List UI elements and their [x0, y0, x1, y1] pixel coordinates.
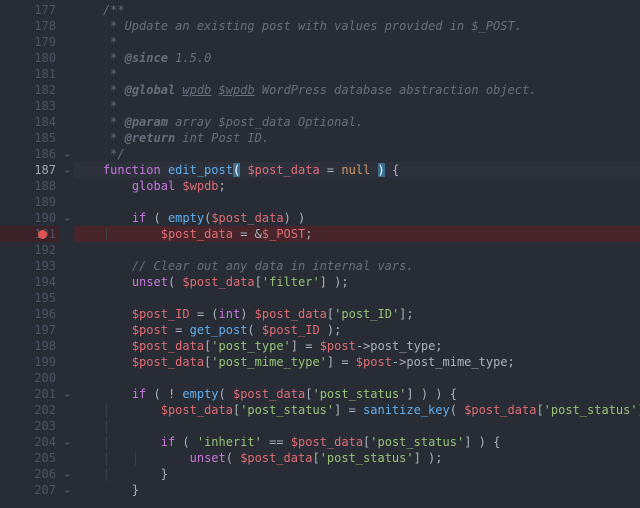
code-content[interactable]: * Update an existing post with values pr… [74, 18, 640, 34]
code-content[interactable]: $post_ID = (int) $post_data['post_ID']; [74, 306, 640, 322]
code-line[interactable]: 206⌄ | } [0, 466, 640, 482]
line-number[interactable]: 206 [0, 466, 60, 482]
line-number[interactable]: 190 [0, 210, 60, 226]
code-line[interactable]: 203 | [0, 418, 640, 434]
line-number[interactable]: 177 [0, 2, 60, 18]
code-line[interactable]: 205 | | unset( $post_data['post_status']… [0, 450, 640, 466]
line-number[interactable]: 184 [0, 114, 60, 130]
line-number[interactable]: 178 [0, 18, 60, 34]
line-number[interactable]: 186 [0, 146, 60, 162]
code-line[interactable]: 178 * Update an existing post with value… [0, 18, 640, 34]
code-line[interactable]: 187⌄ function edit_post( $post_data = nu… [0, 162, 640, 178]
code-line[interactable]: 201⌄ if ( ! empty( $post_data['post_stat… [0, 386, 640, 402]
fold-toggle-icon[interactable]: ⌄ [60, 434, 74, 450]
code-line[interactable]: 186⌄ */ [0, 146, 640, 162]
code-content[interactable]: * [74, 34, 640, 50]
line-number[interactable]: 179 [0, 34, 60, 50]
code-line[interactable]: 183 * [0, 98, 640, 114]
code-line[interactable]: 200 [0, 370, 640, 386]
code-content[interactable]: | } [74, 466, 640, 482]
code-content[interactable]: global $wpdb; [74, 178, 640, 194]
code-content[interactable]: */ [74, 146, 640, 162]
line-number[interactable]: 192 [0, 242, 60, 258]
code-line[interactable]: 177 /** [0, 2, 640, 18]
code-content[interactable]: if ( ! empty( $post_data['post_status'] … [74, 386, 640, 402]
line-number[interactable]: 189 [0, 194, 60, 210]
code-line[interactable]: 193 // Clear out any data in internal va… [0, 258, 640, 274]
code-line[interactable]: 182 * @global wpdb $wpdb WordPress datab… [0, 82, 640, 98]
line-number[interactable]: 185 [0, 130, 60, 146]
code-line[interactable]: 181 * [0, 66, 640, 82]
code-content[interactable]: | if ( 'inherit' == $post_data['post_sta… [74, 434, 640, 450]
fold-toggle-icon[interactable]: ⌄ [60, 466, 74, 482]
code-content[interactable]: * @global wpdb $wpdb WordPress database … [74, 82, 640, 98]
line-number[interactable]: 194 [0, 274, 60, 290]
line-number[interactable]: 201 [0, 386, 60, 402]
code-content[interactable]: | $post_data = &$_POST; [74, 226, 640, 242]
fold-toggle-icon[interactable]: ⌄ [60, 210, 74, 226]
code-line[interactable]: 192 [0, 242, 640, 258]
code-content[interactable]: * @param array $post_data Optional. [74, 114, 640, 130]
code-content[interactable]: | | unset( $post_data['post_status'] ); [74, 450, 640, 466]
fold-toggle-icon[interactable]: ⌄ [60, 386, 74, 402]
code-line[interactable]: 197 $post = get_post( $post_ID ); [0, 322, 640, 338]
line-number[interactable]: 198 [0, 338, 60, 354]
code-line[interactable]: 198 $post_data['post_type'] = $post->pos… [0, 338, 640, 354]
code-line[interactable]: 180 * @since 1.5.0 [0, 50, 640, 66]
code-line[interactable]: 204⌄ | if ( 'inherit' == $post_data['pos… [0, 434, 640, 450]
code-content[interactable]: $post_data['post_type'] = $post->post_ty… [74, 338, 640, 354]
line-number[interactable]: 204 [0, 434, 60, 450]
fold-toggle-icon[interactable]: ⌄ [60, 482, 74, 498]
code-line[interactable]: 199 $post_data['post_mime_type'] = $post… [0, 354, 640, 370]
code-line[interactable]: 207⌄ } [0, 482, 640, 498]
code-line[interactable]: 189 [0, 194, 640, 210]
breakpoint-icon[interactable] [38, 230, 47, 239]
code-line[interactable]: 194 unset( $post_data['filter'] ); [0, 274, 640, 290]
code-line[interactable]: 190⌄ if ( empty($post_data) ) [0, 210, 640, 226]
line-number[interactable]: 182 [0, 82, 60, 98]
code-content[interactable]: /** [74, 2, 640, 18]
line-number[interactable]: 197 [0, 322, 60, 338]
code-line[interactable]: 184 * @param array $post_data Optional. [0, 114, 640, 130]
code-line[interactable]: 202 | $post_data['post_status'] = saniti… [0, 402, 640, 418]
line-number[interactable]: 203 [0, 418, 60, 434]
line-number[interactable]: 187 [0, 162, 60, 178]
line-number[interactable]: 207 [0, 482, 60, 498]
line-number[interactable]: 196 [0, 306, 60, 322]
code-content[interactable]: $post = get_post( $post_ID ); [74, 322, 640, 338]
line-number[interactable]: 183 [0, 98, 60, 114]
line-number[interactable]: 188 [0, 178, 60, 194]
line-number[interactable]: 202 [0, 402, 60, 418]
fold-toggle-icon[interactable]: ⌄ [60, 146, 74, 162]
code-line[interactable]: 179 * [0, 34, 640, 50]
line-number[interactable]: 181 [0, 66, 60, 82]
code-line[interactable]: 196 $post_ID = (int) $post_data['post_ID… [0, 306, 640, 322]
code-content[interactable]: * [74, 98, 640, 114]
code-content[interactable]: | $post_data['post_status'] = sanitize_k… [74, 402, 640, 418]
code-line[interactable]: 188 global $wpdb; [0, 178, 640, 194]
fold-toggle-icon[interactable]: ⌄ [60, 162, 74, 178]
line-number[interactable]: 200 [0, 370, 60, 386]
code-content[interactable]: * @since 1.5.0 [74, 50, 640, 66]
code-content[interactable]: unset( $post_data['filter'] ); [74, 274, 640, 290]
code-line[interactable]: 191 | $post_data = &$_POST; [0, 226, 640, 242]
code-content[interactable]: } [74, 482, 640, 498]
line-number[interactable]: 180 [0, 50, 60, 66]
code-line[interactable]: 195 [0, 290, 640, 306]
code-content[interactable]: function edit_post( $post_data = null ) … [74, 162, 640, 178]
line-number[interactable]: 193 [0, 258, 60, 274]
code-content[interactable]: $post_data['post_mime_type'] = $post->po… [74, 354, 640, 370]
line-number[interactable]: 191 [0, 226, 60, 242]
code-content[interactable]: // Clear out any data in internal vars. [74, 258, 640, 274]
line-number[interactable]: 205 [0, 450, 60, 466]
code-content[interactable]: if ( empty($post_data) ) [74, 210, 640, 226]
code-editor[interactable]: 177 /**178 * Update an existing post wit… [0, 0, 640, 508]
line-number[interactable]: 195 [0, 290, 60, 306]
code-line[interactable]: 185 * @return int Post ID. [0, 130, 640, 146]
code-content[interactable]: * @return int Post ID. [74, 130, 640, 146]
line-number[interactable]: 199 [0, 354, 60, 370]
code-content[interactable]: | [74, 418, 640, 434]
code-content[interactable]: * [74, 66, 640, 82]
